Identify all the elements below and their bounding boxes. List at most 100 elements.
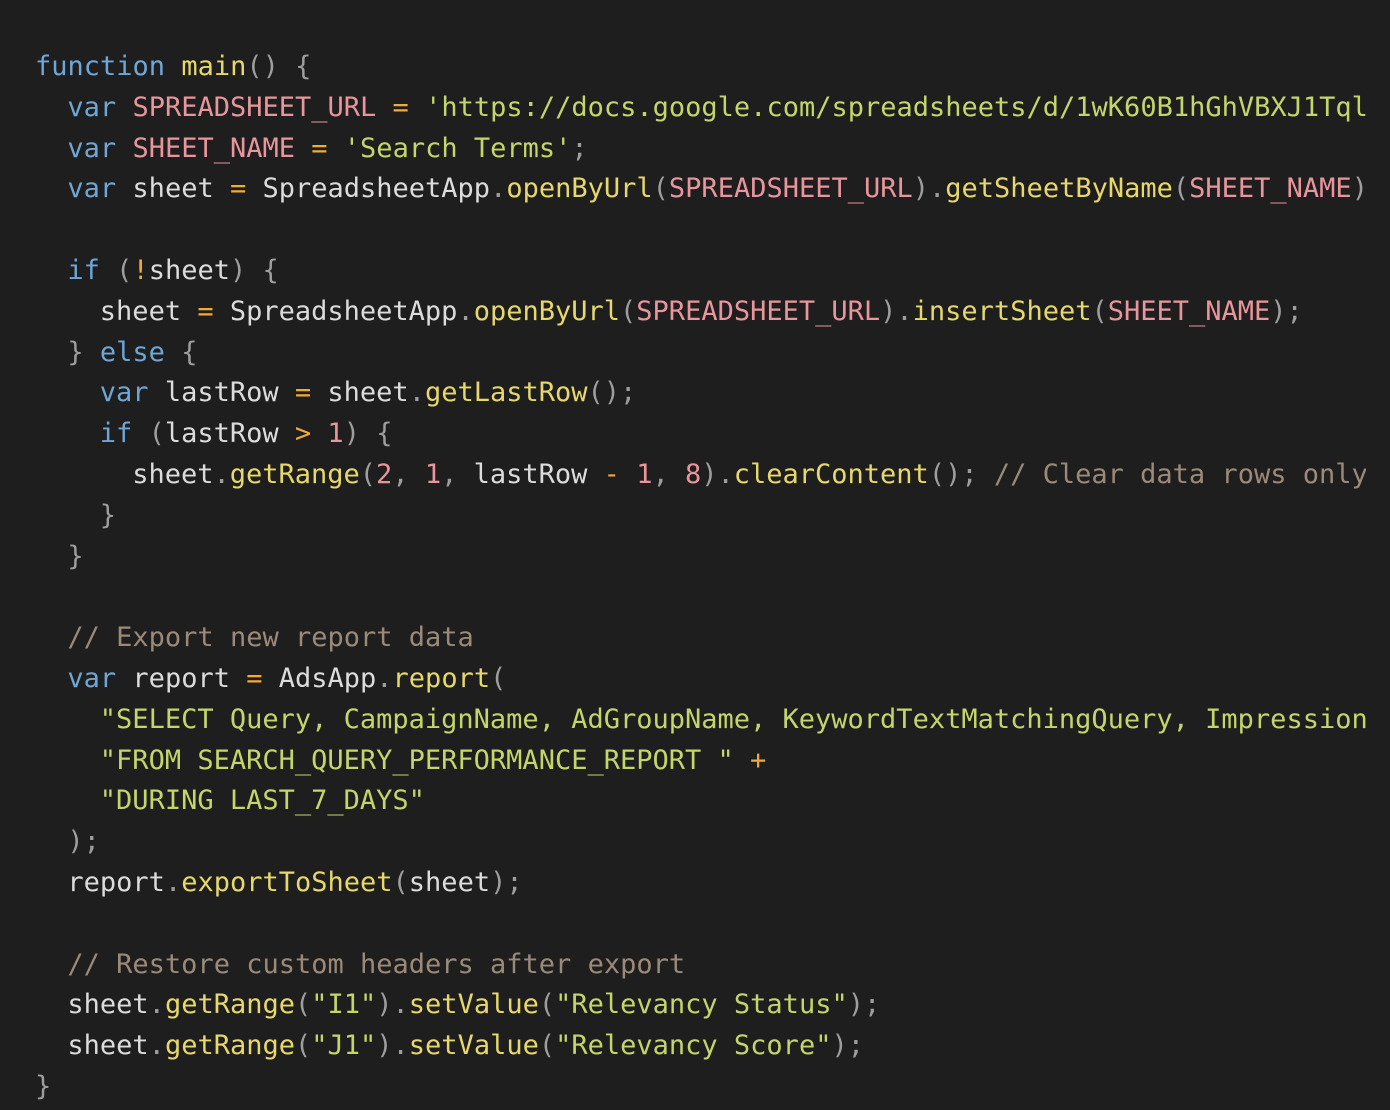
code-token-pun: ) {: [343, 418, 393, 450]
code-token-pun: ).: [912, 173, 946, 205]
code-token-id: sheet: [132, 458, 214, 490]
code-token-pun: ,: [441, 458, 474, 490]
code-token-str: "I1": [311, 989, 377, 1021]
code-token-id: SpreadsheetApp: [213, 295, 458, 327]
code-line: var report = AdsApp.report(: [0, 659, 1366, 700]
code-token-op: =: [311, 132, 328, 164]
code-token-const: SHEET_NAME: [1189, 173, 1352, 205]
code-line: } else {: [0, 333, 1366, 374]
code-token-id: [295, 133, 311, 164]
code-token-fn: clearContent: [733, 458, 929, 490]
code-token-id: lastRow: [473, 458, 604, 490]
code-token-id: [376, 92, 392, 123]
code-line: // Export new report data: [0, 618, 1366, 659]
code-token-pun: );: [490, 866, 523, 898]
code-token-op: =: [229, 173, 247, 205]
code-token-pun: .: [213, 458, 230, 490]
code-line: "SELECT Query, CampaignName, AdGroupName…: [0, 700, 1366, 741]
code-token-str: "Relevancy Status": [555, 989, 848, 1021]
code-token-kw: if: [99, 418, 133, 450]
code-token-pun: {: [164, 336, 198, 368]
code-line: var SHEET_NAME = 'Search Terms';: [0, 129, 1366, 170]
code-token-pun: (: [490, 662, 507, 694]
code-token-id: sheet: [116, 173, 230, 205]
code-token-id: report: [116, 662, 247, 694]
code-token-id: [620, 459, 636, 490]
code-token-pun: }: [99, 499, 117, 531]
code-token-pun: .: [490, 173, 507, 205]
code-line: );: [0, 822, 1366, 863]
code-token-kw: var: [67, 91, 117, 123]
code-token-fn: getRange: [229, 458, 360, 490]
code-token-fn: setValue: [408, 989, 539, 1021]
code-token-str: "FROM SEARCH_QUERY_PERFORMANCE_REPORT ": [99, 744, 734, 776]
code-token-num: 2: [376, 458, 393, 490]
code-token-op: -: [603, 458, 620, 490]
code-token-fn: report: [392, 662, 491, 694]
code-token-str: "J1": [311, 1030, 377, 1062]
code-token-id: lastRow: [148, 377, 295, 409]
code-token-pun: (: [538, 1030, 556, 1062]
code-token-str: "Relevancy Score": [555, 1030, 832, 1062]
code-token-op: =: [392, 91, 409, 123]
code-token-op: =: [246, 662, 263, 694]
code-token-id: [165, 51, 181, 82]
code-token-pun: .: [148, 989, 165, 1021]
code-token-id: [116, 133, 132, 164]
code-token-id: sheet: [311, 377, 409, 409]
code-token-pun: );: [1270, 295, 1303, 327]
code-token-id: [100, 255, 116, 286]
code-token-id: [409, 92, 425, 123]
code-token-pun: .: [164, 866, 182, 898]
code-token-pun: (: [652, 173, 669, 205]
code-token-id: report: [67, 866, 165, 898]
code-line: }: [0, 496, 1366, 537]
code-editor[interactable]: function main() {var SPREADSHEET_URL = '…: [0, 0, 1390, 1110]
code-token-id: sheet: [67, 1030, 149, 1062]
code-token-fn: main: [181, 51, 247, 82]
code-line: }: [0, 537, 1366, 578]
code-token-pun: }: [67, 540, 84, 572]
code-token-pun: ;: [571, 132, 588, 164]
code-token-str: "DURING LAST_7_DAYS": [99, 785, 425, 817]
code-token-id: sheet: [408, 866, 491, 898]
code-token-id: [734, 745, 750, 776]
code-token-pun: (: [294, 1030, 312, 1062]
code-token-op: !: [132, 254, 149, 286]
code-token-cm: // Export new report data: [67, 622, 474, 654]
code-line: var lastRow = sheet.getLastRow();: [0, 373, 1366, 414]
code-line: sheet.getRange("J1").setValue("Relevancy…: [0, 1026, 1366, 1067]
code-token-pun: ,: [392, 458, 425, 490]
code-token-id: [116, 92, 132, 123]
code-token-kw: var: [67, 662, 117, 694]
code-token-id: AdsApp: [262, 662, 377, 694]
code-token-id: [132, 418, 148, 449]
code-token-pun: ).: [376, 1030, 409, 1062]
code-token-fn: getRange: [164, 1030, 295, 1062]
code-line: }: [0, 1067, 1366, 1108]
code-token-fn: exportToSheet: [181, 866, 393, 898]
code-token-pun: (: [538, 989, 556, 1021]
code-token-str: 'https://docs.google.com/spreadsheets/d/…: [425, 91, 1366, 123]
code-token-pun: (: [620, 295, 637, 327]
code-token-pun: }: [35, 1070, 52, 1102]
code-token-pun: (: [359, 458, 377, 490]
code-token-const: SHEET_NAME: [132, 132, 295, 164]
code-line: // Restore custom headers after export: [0, 945, 1366, 986]
code-token-const: SPREADSHEET_URL: [636, 295, 881, 327]
code-token-kw: var: [67, 132, 117, 164]
code-line: if (!sheet) {: [0, 251, 1366, 292]
code-token-kw: function: [35, 51, 166, 82]
code-token-pun: (: [116, 254, 133, 286]
code-token-kw: if: [67, 254, 100, 286]
code-token-id: lastRow: [164, 418, 295, 450]
code-token-pun: (: [148, 418, 165, 450]
code-token-fn: openByUrl: [506, 173, 653, 205]
code-token-kw: else: [99, 336, 165, 368]
code-token-op: =: [294, 377, 312, 409]
code-line: "FROM SEARCH_QUERY_PERFORMANCE_REPORT " …: [0, 741, 1366, 782]
code-token-pun: ): [1352, 173, 1366, 204]
code-view[interactable]: function main() {var SPREADSHEET_URL = '…: [0, 47, 1366, 1108]
code-line: sheet.getRange(2, 1, lastRow - 1, 8).cle…: [0, 455, 1366, 496]
